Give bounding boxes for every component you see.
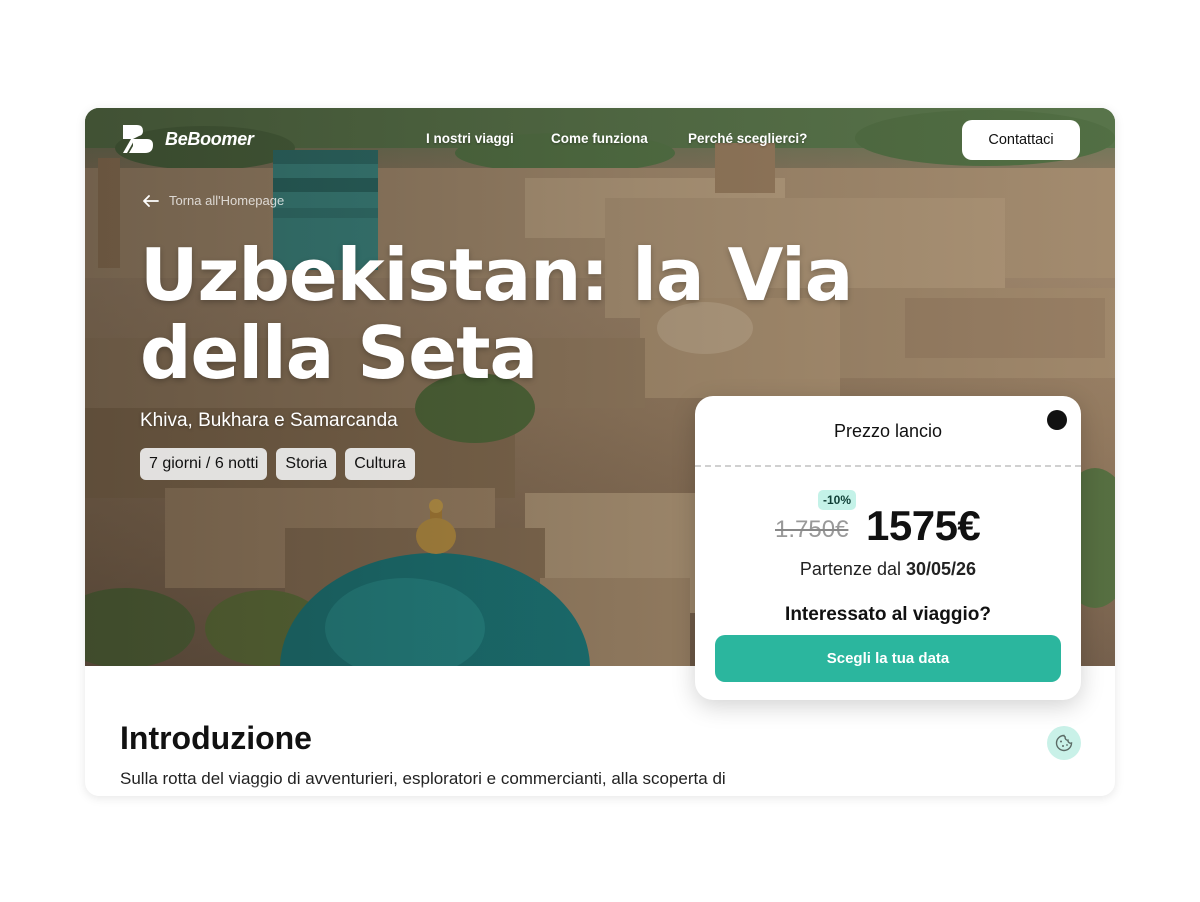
status-dot-icon	[1047, 410, 1067, 430]
tag-culture: Cultura	[345, 448, 415, 480]
price-card: Prezzo lancio -10% 1.750€ 1575€ Partenze…	[695, 396, 1081, 700]
tag-duration: 7 giorni / 6 notti	[140, 448, 268, 480]
back-link-label: Torna all'Homepage	[169, 193, 285, 208]
cookie-icon	[1055, 734, 1073, 752]
departure-prefix: Partenze dal	[799, 559, 901, 579]
cookie-settings-button[interactable]	[1047, 726, 1081, 760]
back-to-homepage-link[interactable]: Torna all'Homepage	[143, 193, 284, 208]
dashed-divider	[695, 465, 1081, 467]
trip-tags: 7 giorni / 6 notti Storia Cultura	[140, 448, 415, 480]
intro-heading: Introduzione	[120, 720, 312, 756]
old-price: 1.750€	[775, 516, 849, 543]
page-title: Uzbekistan: la Via della Seta	[140, 233, 853, 395]
nav-link-our-trips[interactable]: I nostri viaggi	[426, 131, 514, 146]
contact-button[interactable]: Contattaci	[962, 120, 1080, 160]
interest-question: Interessato al viaggio?	[785, 604, 991, 625]
nav-link-how-it-works[interactable]: Come funziona	[551, 131, 648, 146]
brand-logo[interactable]: BeBoomer	[119, 122, 254, 156]
tag-history: Storia	[276, 448, 337, 480]
content-fade	[85, 784, 1115, 796]
departure-date: 30/05/26	[906, 559, 977, 579]
bb-monogram-icon	[123, 125, 153, 153]
choose-date-button[interactable]: Scegli la tua data	[715, 635, 1061, 682]
new-price: 1575€	[866, 502, 981, 549]
page-frame: BeBoomer I nostri viaggi Come funziona P…	[85, 108, 1115, 796]
price-card-title: Prezzo lancio	[833, 421, 943, 441]
trip-destinations: Khiva, Bukhara e Samarcanda	[140, 410, 398, 431]
arrow-left-icon	[143, 194, 159, 207]
discount-badge: -10%	[818, 490, 857, 510]
nav-link-why-us[interactable]: Perché sceglierci?	[688, 131, 807, 146]
departure-info: Partenze dal 30/05/26	[695, 559, 1081, 580]
brand-name: BeBoomer	[165, 128, 254, 149]
